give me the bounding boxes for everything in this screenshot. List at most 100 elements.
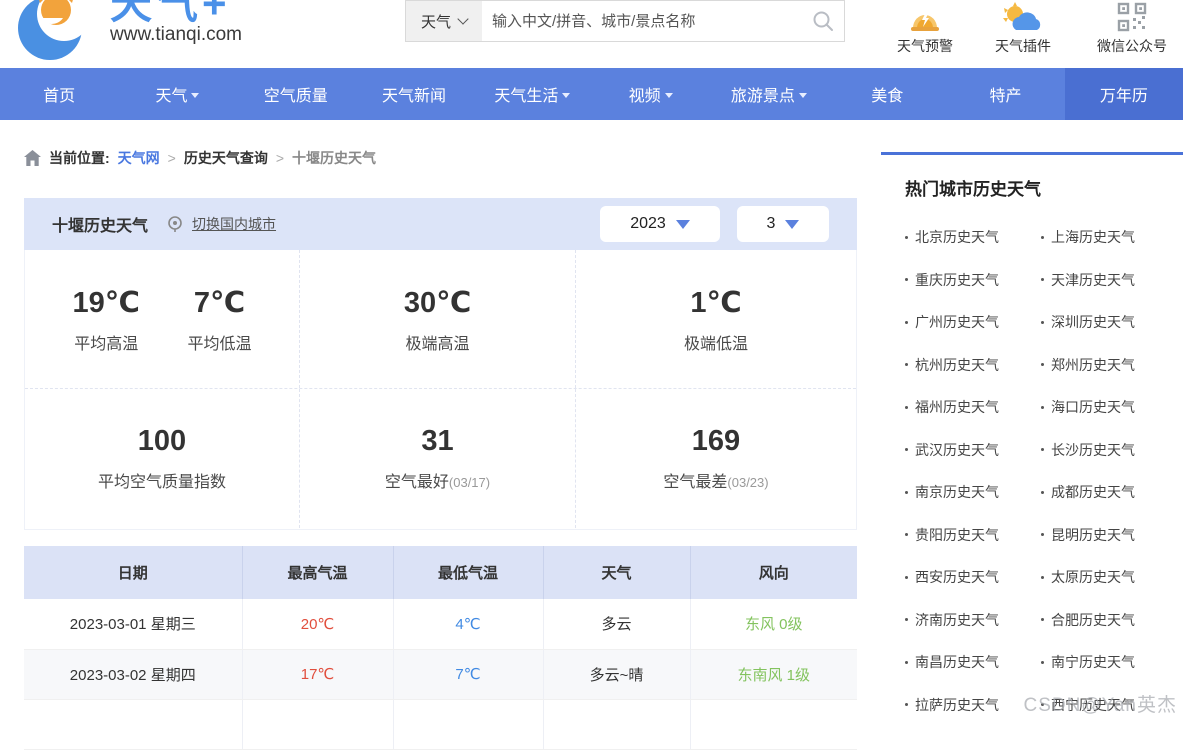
city-link[interactable]: 合肥历史天气 [1041,599,1177,642]
breadcrumb-current: 十堰历史天气 [292,148,376,168]
caret-down-icon [665,93,673,98]
bullet-icon [1041,703,1044,706]
city-link[interactable]: 太原历史天气 [1041,556,1177,599]
search-input[interactable] [482,13,802,30]
table-row: 2023-03-01 星期三 20℃ 4℃ 多云 东风 0级 [24,599,857,649]
city-link[interactable]: 福州历史天气 [905,386,1041,429]
bullet-icon [905,661,908,664]
city-link[interactable]: 昆明历史天气 [1041,514,1177,557]
nav-item-tourist-spots[interactable]: 旅游景点 [710,68,828,120]
city-link[interactable]: 郑州历史天气 [1041,344,1177,387]
stat-avg-low: 7℃ 平均低温 [187,285,251,354]
city-link[interactable]: 南京历史天气 [905,471,1041,514]
city-link[interactable]: 深圳历史天气 [1041,301,1177,344]
switch-city-link[interactable]: 切换国内城市 [192,214,276,234]
stat-extreme-high: 30℃ 极端高温 [404,285,471,354]
bullet-icon [1041,533,1044,536]
city-link[interactable]: 北京历史天气 [905,216,1041,259]
year-value: 2023 [630,215,666,233]
alarm-icon [906,2,944,32]
search-button[interactable] [802,1,844,41]
bullet-icon [1041,236,1044,239]
search-category-select[interactable]: 天气 [406,1,482,41]
quick-link-label: 天气插件 [978,36,1068,56]
bullet-icon [905,321,908,324]
year-dropdown[interactable]: 2023 [600,206,720,242]
bullet-icon [1041,448,1044,451]
bullet-icon [905,618,908,621]
nav-item-food[interactable]: 美食 [828,68,946,120]
cell-wind: 东南风 1级 [690,649,857,699]
city-link[interactable]: 成都历史天气 [1041,471,1177,514]
city-link[interactable]: 长沙历史天气 [1041,429,1177,472]
city-link[interactable]: 济南历史天气 [905,599,1041,642]
table-row [24,699,857,749]
page-title: 十堰历史天气 [52,212,148,236]
nav-item-specialty[interactable]: 特产 [946,68,1064,120]
caret-down-icon [191,93,199,98]
city-link[interactable]: 贵阳历史天气 [905,514,1041,557]
cell-low-temp: 4℃ [393,599,543,649]
monthly-stats-panel: 19℃ 平均高温 7℃ 平均低温 30℃ 极端高温 1℃ 极端低温 100 [24,250,857,530]
city-link[interactable]: 海口历史天气 [1041,386,1177,429]
nav-item-video[interactable]: 视频 [591,68,709,120]
daily-weather-table: 日期 最高气温 最低气温 天气 风向 2023-03-01 星期三 20℃ 4℃… [24,546,857,750]
month-value: 3 [767,215,776,233]
cell-high-temp: 20℃ [242,599,393,649]
search-icon [811,9,835,33]
stat-avg-aqi: 100 平均空气质量指数 [98,425,226,492]
stat-avg-high: 19℃ 平均高温 [73,285,140,354]
main-nav: 首页 天气 空气质量 天气新闻 天气生活 视频 旅游景点 美食 特产 万年历 [0,68,1183,120]
hot-cities-sidebar: 热门城市历史天气 北京历史天气 上海历史天气 重庆历史天气 天津历史天气 广州历… [881,152,1183,720]
bullet-icon [905,703,908,706]
stat-worst-air-date: (03/23) [727,475,768,490]
bullet-icon [1041,278,1044,281]
bullet-icon [905,363,908,366]
quick-link-weather-alert[interactable]: 天气预警 [880,0,970,56]
quick-link-wechat-account[interactable]: 微信公众号 [1082,0,1182,56]
bullet-icon [1041,363,1044,366]
stat-best-air-date: (03/17) [449,475,490,490]
bullet-icon [1041,576,1044,579]
caret-down-icon [562,93,570,98]
cell-weather: 多云 [543,599,690,649]
cell-low-temp: 7℃ [393,649,543,699]
quick-link-label: 天气预警 [880,36,970,56]
location-pin-icon [166,215,184,233]
city-link[interactable]: 杭州历史天气 [905,344,1041,387]
quick-link-weather-widget[interactable]: 天气插件 [978,0,1068,56]
city-link-grid: 北京历史天气 上海历史天气 重庆历史天气 天津历史天气 广州历史天气 深圳历史天… [881,204,1183,726]
breadcrumb-link-home[interactable]: 天气网 [118,148,160,168]
nav-item-weather-news[interactable]: 天气新闻 [355,68,473,120]
triangle-down-icon [785,220,799,229]
bullet-icon [905,236,908,239]
nav-item-home[interactable]: 首页 [0,68,118,120]
city-link[interactable]: 武汉历史天气 [905,429,1041,472]
bullet-icon [1041,321,1044,324]
city-link[interactable]: 天津历史天气 [1041,259,1177,302]
cell-date: 2023-03-01 星期三 [24,599,242,649]
cell-wind: 东风 0级 [690,599,857,649]
moon-sun-logo-icon [14,0,92,64]
col-header-low: 最低气温 [393,546,543,599]
city-link[interactable]: 西安历史天气 [905,556,1041,599]
site-logo[interactable]: 天气+ www.tianqi.com [14,0,274,68]
caret-down-icon [799,93,807,98]
stat-extreme-low: 1℃ 极端低温 [684,285,748,354]
city-link[interactable]: 重庆历史天气 [905,259,1041,302]
col-header-weather: 天气 [543,546,690,599]
logo-site-url: www.tianqi.com [110,24,242,46]
nav-item-weather-life[interactable]: 天气生活 [473,68,591,120]
city-link[interactable]: 上海历史天气 [1041,216,1177,259]
city-link[interactable]: 南昌历史天气 [905,641,1041,684]
breadcrumb-prefix: 当前位置: [49,148,110,168]
month-dropdown[interactable]: 3 [737,206,829,242]
nav-item-air-quality[interactable]: 空气质量 [237,68,355,120]
nav-item-calendar[interactable]: 万年历 [1065,68,1183,120]
breadcrumb-link-history[interactable]: 历史天气查询 [184,148,268,168]
city-link[interactable]: 广州历史天气 [905,301,1041,344]
city-link[interactable]: 南宁历史天气 [1041,641,1177,684]
bullet-icon [1041,491,1044,494]
nav-item-weather[interactable]: 天气 [118,68,236,120]
sun-cloud-icon [1002,2,1044,32]
